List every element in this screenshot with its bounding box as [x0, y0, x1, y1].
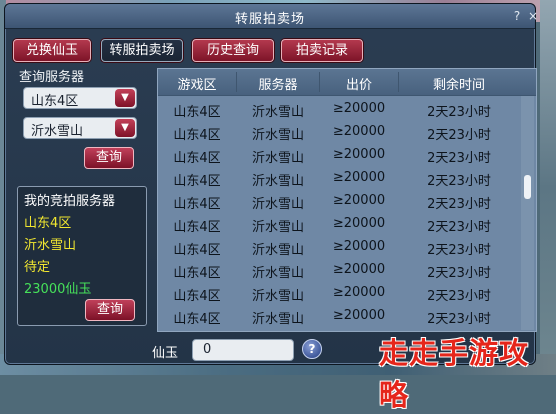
- cell-time: 2天23小时: [427, 128, 491, 143]
- cell-price: ≥20000: [332, 124, 386, 139]
- cell-time: 2天23小时: [427, 289, 491, 304]
- cell-zone: 山东4区: [173, 128, 221, 143]
- table-row[interactable]: 山东4区 沂水雪山 ≥20000 2天23小时: [158, 305, 518, 328]
- header-server[interactable]: 服务器: [237, 74, 319, 93]
- cell-server: 沂水雪山: [251, 289, 304, 304]
- table-row[interactable]: 山东4区 沂水雪山 ≥20000 2天23小时: [158, 190, 518, 213]
- table-row[interactable]: 山东4区 沂水雪山 ≥20000 2天23小时: [158, 213, 518, 236]
- my-bid-panel: 我的竞拍服务器 山东4区 沂水雪山 待定 23000仙玉 查询: [17, 186, 147, 326]
- header-time-remaining[interactable]: 剩余时间: [399, 74, 519, 93]
- scrollbar-thumb[interactable]: [524, 175, 531, 199]
- my-bid-status: 待定: [24, 260, 51, 275]
- table-row[interactable]: 山东4区 沂水雪山 ≥20000 2天23小时: [158, 259, 518, 282]
- cell-zone: 山东4区: [173, 174, 221, 189]
- jade-input-value: 0: [203, 342, 212, 357]
- cell-server: 沂水雪山: [251, 151, 304, 166]
- cell-server: 沂水雪山: [251, 128, 304, 143]
- chevron-down-icon[interactable]: ▼: [115, 119, 135, 137]
- cell-price: ≥20000: [332, 147, 386, 162]
- table-row[interactable]: 山东4区 沂水雪山 ≥20000 2天23小时: [158, 98, 518, 121]
- table-row[interactable]: 山东4区 沂水雪山 ≥20000 2天23小时: [158, 144, 518, 167]
- my-bid-query-button[interactable]: 查询: [85, 299, 135, 321]
- server-select-value: 山东4区: [31, 94, 79, 109]
- query-button[interactable]: 查询: [84, 147, 134, 169]
- auction-window: 转服拍卖场 ? × 兑换仙玉 转服拍卖场 历史查询 拍卖记录 查询服务器 山东4…: [4, 3, 538, 365]
- cell-server: 沂水雪山: [251, 105, 304, 120]
- auction-table: 游戏区 服务器 出价 剩余时间 山东4区 沂水雪山 ≥20000 2天23小时 山东4区…: [157, 68, 537, 332]
- my-bid-server: 山东4区: [24, 216, 72, 231]
- query-server-label: 查询服务器: [19, 70, 85, 85]
- zone-select-value: 沂水雪山: [31, 124, 84, 139]
- cell-zone: 山东4区: [173, 243, 221, 258]
- window-title: 转服拍卖场: [234, 12, 305, 27]
- help-icon[interactable]: ?: [302, 339, 322, 359]
- cell-zone: 山东4区: [173, 266, 221, 281]
- cell-price: ≥20000: [332, 262, 386, 277]
- cell-price: ≥20000: [332, 216, 386, 231]
- cell-time: 2天23小时: [427, 105, 491, 120]
- tab-history-query[interactable]: 历史查询: [192, 39, 274, 62]
- game-background-right: [540, 0, 556, 375]
- chevron-down-icon[interactable]: ▼: [115, 89, 135, 107]
- cell-server: 沂水雪山: [251, 266, 304, 281]
- my-bid-amount: 23000仙玉: [24, 282, 92, 297]
- close-icon[interactable]: ×: [525, 8, 541, 24]
- table-row[interactable]: 山东4区 沂水雪山 ≥20000 2天23小时: [158, 167, 518, 190]
- server-select[interactable]: 山东4区 ▼: [23, 87, 137, 109]
- cell-time: 2天23小时: [427, 151, 491, 166]
- tab-transfer-auction[interactable]: 转服拍卖场: [101, 39, 183, 62]
- cell-time: 2天23小时: [427, 197, 491, 212]
- tab-auction-records[interactable]: 拍卖记录: [281, 39, 363, 62]
- tab-exchange-jade[interactable]: 兑换仙玉: [13, 39, 91, 62]
- my-bid-title: 我的竞拍服务器: [24, 194, 116, 209]
- zone-select[interactable]: 沂水雪山 ▼: [23, 117, 137, 139]
- cell-price: ≥20000: [332, 285, 386, 300]
- cell-price: ≥20000: [332, 308, 386, 323]
- cell-time: 2天23小时: [427, 243, 491, 258]
- cell-zone: 山东4区: [173, 197, 221, 212]
- cell-server: 沂水雪山: [251, 243, 304, 258]
- cell-zone: 山东4区: [173, 312, 221, 327]
- watermark-text: 走走手游攻略: [379, 336, 530, 412]
- jade-label: 仙玉: [152, 346, 179, 361]
- cell-time: 2天23小时: [427, 174, 491, 189]
- title-bar[interactable]: 转服拍卖场 ? ×: [5, 4, 538, 29]
- cell-price: ≥20000: [332, 101, 386, 116]
- cell-time: 2天23小时: [427, 312, 491, 327]
- cell-zone: 山东4区: [173, 151, 221, 166]
- cell-zone: 山东4区: [173, 220, 221, 235]
- cell-server: 沂水雪山: [251, 220, 304, 235]
- table-row[interactable]: 山东4区 沂水雪山 ≥20000 2天23小时: [158, 121, 518, 144]
- table-row[interactable]: 山东4区 沂水雪山 ≥20000 2天23小时: [158, 236, 518, 259]
- table-row[interactable]: 山东4区 沂水雪山 ≥20000 2天23小时: [158, 282, 518, 305]
- cell-server: 沂水雪山: [251, 312, 304, 327]
- my-bid-zone: 沂水雪山: [24, 238, 77, 253]
- table-header: 游戏区 服务器 出价 剩余时间: [158, 69, 536, 96]
- cell-time: 2天23小时: [427, 266, 491, 281]
- header-zone[interactable]: 游戏区: [158, 74, 236, 93]
- cell-price: ≥20000: [332, 170, 386, 185]
- cell-zone: 山东4区: [173, 105, 221, 120]
- cell-server: 沂水雪山: [251, 174, 304, 189]
- help-icon[interactable]: ?: [509, 8, 525, 24]
- cell-zone: 山东4区: [173, 289, 221, 304]
- scrollbar-track[interactable]: [521, 96, 534, 330]
- cell-server: 沂水雪山: [251, 197, 304, 212]
- jade-input[interactable]: 0: [192, 339, 294, 361]
- header-price[interactable]: 出价: [320, 74, 398, 93]
- cell-price: ≥20000: [332, 239, 386, 254]
- cell-time: 2天23小时: [427, 220, 491, 235]
- cell-price: ≥20000: [332, 193, 386, 208]
